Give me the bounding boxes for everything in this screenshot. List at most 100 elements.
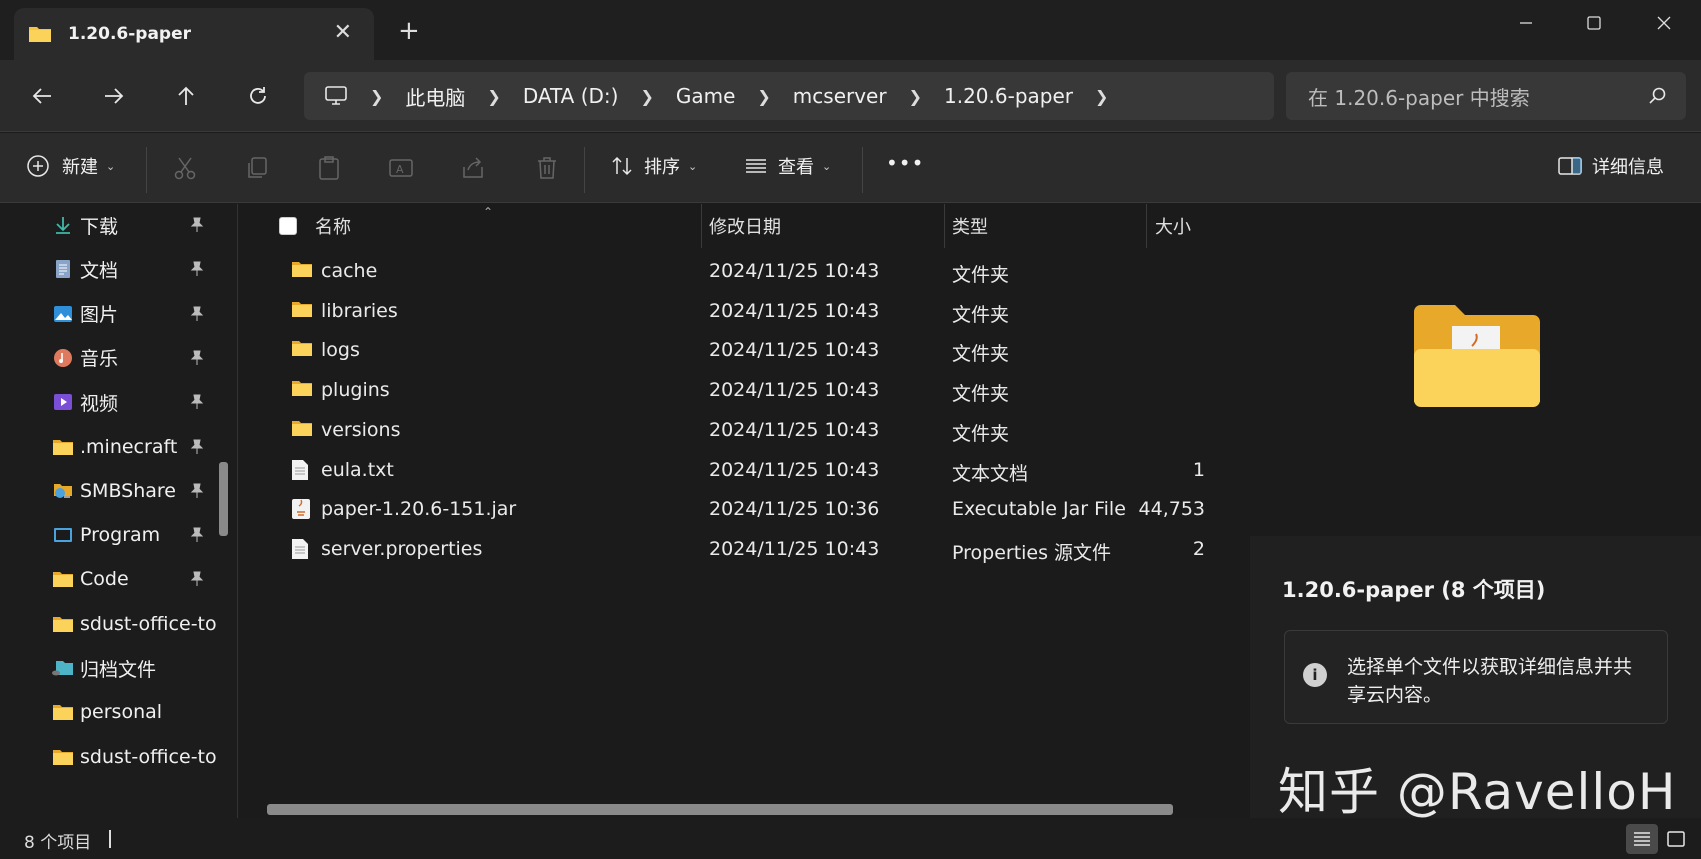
breadcrumb-this-pc[interactable]: 此电脑 (405, 82, 465, 111)
sidebar-scrollbar[interactable] (219, 462, 228, 536)
sort-icon (612, 156, 632, 176)
select-all-checkbox[interactable] (279, 204, 297, 248)
tab-title: 1.20.6-paper (68, 24, 192, 44)
cloud-folder-icon (52, 657, 74, 679)
cut-icon[interactable] (172, 155, 198, 181)
chevron-right-icon[interactable]: ❯ (640, 87, 653, 106)
chevron-right-icon[interactable]: ❯ (487, 87, 500, 106)
tab-current[interactable]: 1.20.6-paper ✕ (14, 8, 374, 60)
sidebar-item[interactable]: sdust-office-to (52, 609, 222, 639)
column-divider[interactable] (701, 204, 702, 248)
pin-icon[interactable] (190, 438, 204, 460)
chevron-right-icon[interactable]: ❯ (757, 87, 770, 106)
pin-icon[interactable] (190, 216, 204, 238)
sidebar-item[interactable]: 视频 (52, 387, 222, 417)
new-tab-button[interactable]: + (398, 18, 420, 44)
chevron-right-icon: ❯ (370, 86, 384, 106)
column-header-type[interactable]: 类型 (952, 204, 988, 248)
sidebar-item[interactable]: 图片 (52, 299, 222, 329)
pin-icon[interactable] (190, 349, 204, 371)
breadcrumb-current[interactable]: 1.20.6-paper (944, 84, 1073, 108)
column-divider[interactable] (944, 204, 945, 248)
horizontal-scrollbar[interactable] (267, 804, 1173, 815)
minimize-icon[interactable] (1506, 8, 1546, 38)
chevron-down-icon: ⌄ (106, 159, 116, 173)
chevron-right-icon[interactable]: ❯ (909, 87, 922, 106)
download-icon (52, 214, 74, 236)
sidebar-item[interactable]: 音乐 (52, 343, 222, 373)
sidebar-item[interactable]: Code (52, 564, 222, 594)
breadcrumb-mcserver[interactable]: mcserver (793, 84, 887, 108)
close-window-icon[interactable] (1644, 8, 1684, 38)
pin-icon[interactable] (190, 570, 204, 592)
sidebar-item[interactable]: sdust-office-to (52, 742, 222, 772)
refresh-icon[interactable] (240, 78, 276, 114)
table-row[interactable]: eula.txt 2024/11/25 10:43 文本文档 1 (239, 449, 1249, 491)
file-name: paper-1.20.6-151.jar (321, 498, 517, 521)
more-options-button[interactable]: ••• (886, 151, 924, 175)
delete-icon[interactable] (534, 155, 560, 181)
column-header-modified[interactable]: 修改日期 (709, 204, 781, 248)
sidebar-item[interactable]: Program (52, 520, 222, 550)
sidebar-item-label: 音乐 (80, 348, 119, 371)
column-header-name[interactable]: 名称 (315, 204, 351, 248)
breadcrumb-game[interactable]: Game (676, 84, 736, 108)
forward-icon[interactable] (96, 78, 132, 114)
pin-icon[interactable] (190, 393, 204, 415)
column-divider[interactable] (1146, 204, 1147, 248)
sidebar-item[interactable]: 归档文件 (52, 653, 222, 683)
folder-icon (52, 701, 74, 723)
view-button[interactable]: 查看 ⌄ (744, 153, 831, 179)
folder-icon (291, 260, 313, 280)
table-row[interactable]: logs 2024/11/25 10:43 文件夹 (239, 329, 1249, 371)
file-type: 文件夹 (952, 264, 1010, 286)
table-row[interactable]: libraries 2024/11/25 10:43 文件夹 (239, 290, 1249, 332)
new-button[interactable]: 新建 ⌄ (26, 153, 115, 179)
sidebar-item[interactable]: 文档 (52, 254, 222, 284)
back-icon[interactable] (24, 78, 60, 114)
sidebar-item-label: personal (80, 701, 163, 724)
close-tab-icon[interactable]: ✕ (334, 20, 352, 45)
sidebar-item[interactable]: personal (52, 697, 222, 727)
table-row[interactable]: versions 2024/11/25 10:43 文件夹 (239, 409, 1249, 451)
pin-icon[interactable] (190, 260, 204, 282)
file-list: 名称 ⌃ 修改日期 类型 大小 cache 2024/11/25 10:43 文件夹… (239, 204, 1249, 818)
preview-area (1250, 204, 1701, 536)
search-icon[interactable] (1648, 86, 1668, 106)
large-icons-view-button[interactable] (1660, 824, 1692, 854)
search-input[interactable]: 在 1.20.6-paper 中搜索 (1286, 72, 1686, 120)
file-name: eula.txt (321, 458, 394, 481)
chevron-right-icon[interactable]: ❯ (1095, 87, 1108, 106)
text-file-icon (291, 538, 313, 559)
maximize-icon[interactable] (1574, 8, 1614, 38)
file-type: 文件夹 (952, 343, 1010, 366)
sidebar-item[interactable]: .minecraft (52, 432, 222, 462)
table-row[interactable]: paper-1.20.6-151.jar 2024/11/25 10:36 Exec… (239, 488, 1249, 530)
copy-icon[interactable] (244, 155, 270, 181)
sort-button[interactable]: 排序 ⌄ (610, 153, 697, 179)
rename-icon[interactable]: A (388, 155, 414, 181)
breadcrumb-data-drive[interactable]: DATA (D:) (523, 84, 619, 108)
table-row[interactable]: plugins 2024/11/25 10:43 文件夹 (239, 369, 1249, 411)
table-row[interactable]: server.properties 2024/11/25 10:43 Propert… (239, 528, 1249, 570)
up-icon[interactable] (168, 78, 204, 114)
pin-icon[interactable] (190, 305, 204, 327)
details-pane-button[interactable]: 详细信息 (1558, 153, 1664, 179)
sidebar-item[interactable]: SMBShare (52, 476, 222, 506)
details-view-button[interactable] (1626, 824, 1658, 854)
toolbar-divider (584, 147, 585, 193)
info-text: 选择单个文件以获取详细信息并共享云内容。 (1347, 656, 1633, 706)
sort-label: 排序 (644, 157, 680, 178)
pin-icon[interactable] (190, 526, 204, 548)
column-header-size[interactable]: 大小 (1155, 204, 1191, 248)
pin-icon[interactable] (190, 482, 204, 504)
navigation-pane: 下载文档图片音乐视频 .minecraft SMBShare Program Code s… (0, 204, 238, 818)
paste-icon[interactable] (316, 155, 342, 181)
file-modified: 2024/11/25 10:43 (709, 418, 880, 441)
computer-icon (325, 86, 347, 105)
sidebar-item[interactable]: 下载 (52, 210, 222, 240)
info-box: i 选择单个文件以获取详细信息并共享云内容。 (1284, 630, 1668, 724)
share-icon[interactable] (460, 155, 486, 181)
address-bar[interactable]: ❯ 此电脑 ❯ DATA (D:) ❯ Game ❯ mcserver ❯ 1.… (304, 72, 1274, 120)
table-row[interactable]: cache 2024/11/25 10:43 文件夹 (239, 250, 1249, 292)
